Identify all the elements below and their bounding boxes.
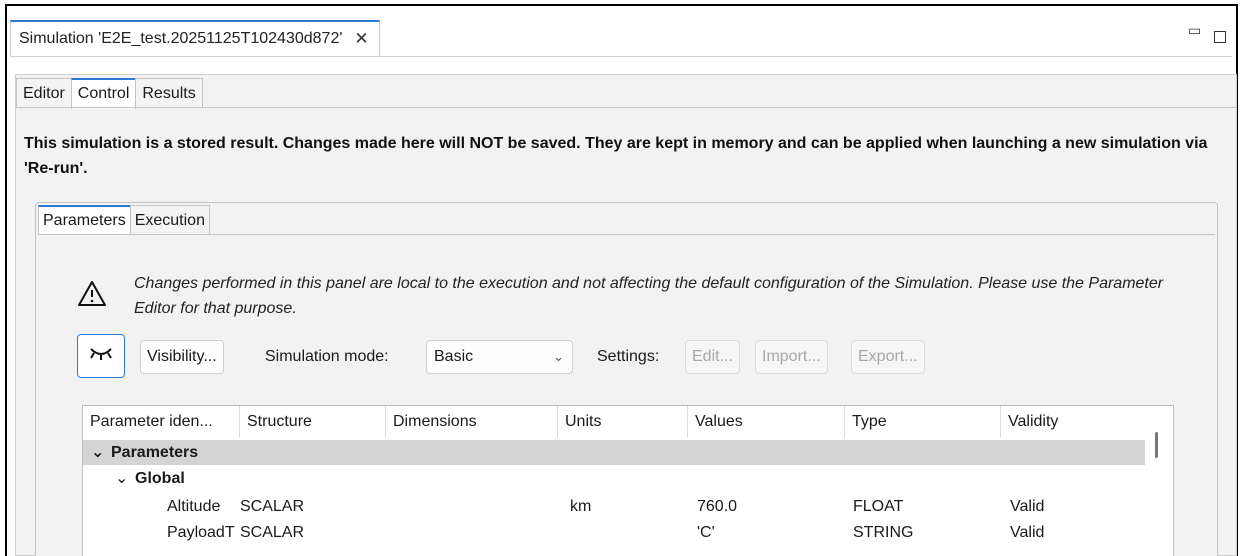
inner-tab-divider xyxy=(38,234,1215,235)
minimize-icon[interactable]: ▭ xyxy=(1188,22,1201,39)
cell-values[interactable]: 'C' xyxy=(697,520,715,545)
chevron-down-icon[interactable]: ⌄ xyxy=(91,440,104,465)
maximize-icon[interactable] xyxy=(1214,31,1226,43)
table-row[interactable]: Altitude SCALAR km 760.0 FLOAT Valid xyxy=(83,494,1145,519)
cell-type: STRING xyxy=(853,524,914,541)
cell-structure: SCALAR xyxy=(240,524,305,541)
stored-result-notice: This simulation is a stored result. Chan… xyxy=(24,135,1208,177)
column-header-validity[interactable]: Validity xyxy=(1001,406,1145,438)
simulation-tab-title: Simulation 'E2E_test.20251125T102430d872… xyxy=(19,30,343,47)
simulation-mode-value: Basic xyxy=(434,348,474,365)
visibility-button[interactable]: Visibility... xyxy=(140,340,224,374)
subgroup-label: Global xyxy=(135,470,185,487)
editor-subtabs: Editor Control Results xyxy=(16,78,203,109)
tab-divider xyxy=(10,56,1232,57)
tab-editor[interactable]: Editor xyxy=(16,78,72,108)
cell-structure: SCALAR xyxy=(240,498,305,515)
cell-id: Altitude xyxy=(167,498,221,515)
subtab-divider xyxy=(16,107,1236,108)
cell-id: PayloadT xyxy=(167,524,235,541)
column-header-units[interactable]: Units xyxy=(558,406,688,438)
local-changes-warning: Changes performed in this panel are loca… xyxy=(134,275,1164,317)
tab-execution[interactable]: Execution xyxy=(129,205,210,235)
export-button[interactable]: Export... xyxy=(851,340,925,374)
settings-label: Settings: xyxy=(597,348,660,365)
table-row[interactable]: PayloadT SCALAR 'C' STRING Valid xyxy=(83,520,1145,545)
cell-validity: Valid xyxy=(1010,498,1045,515)
import-button[interactable]: Import... xyxy=(755,340,828,374)
edit-button[interactable]: Edit... xyxy=(685,340,740,374)
close-icon[interactable]: ✕ xyxy=(354,29,368,49)
cell-units: km xyxy=(570,498,592,515)
chevron-down-icon: ⌄ xyxy=(553,349,564,364)
tab-control[interactable]: Control xyxy=(70,78,137,109)
visibility-toggle-button[interactable] xyxy=(77,334,125,378)
simulation-mode-select[interactable]: Basic ⌄ xyxy=(426,340,573,374)
simulation-tab[interactable]: Simulation 'E2E_test.20251125T102430d872… xyxy=(10,20,380,56)
cell-type: FLOAT xyxy=(853,498,904,515)
table-header: Parameter iden... Structure Dimensions U… xyxy=(83,406,1145,438)
column-header-parameter-id[interactable]: Parameter iden... xyxy=(83,406,240,438)
tab-parameters[interactable]: Parameters xyxy=(38,205,131,235)
group-label: Parameters xyxy=(111,444,199,461)
tab-results[interactable]: Results xyxy=(135,78,203,108)
column-header-structure[interactable]: Structure xyxy=(240,406,386,438)
control-subtabs: Parameters Execution xyxy=(38,205,210,235)
cell-validity: Valid xyxy=(1010,524,1045,541)
column-header-values[interactable]: Values xyxy=(688,406,845,438)
column-header-dimensions[interactable]: Dimensions xyxy=(386,406,558,438)
tree-subgroup-row[interactable]: ⌄ Global xyxy=(83,466,1145,491)
warning-triangle-icon xyxy=(77,280,107,313)
column-header-type[interactable]: Type xyxy=(845,406,1001,438)
chevron-down-icon[interactable]: ⌄ xyxy=(115,466,128,491)
table-scrollbar[interactable] xyxy=(1155,432,1158,458)
cell-values[interactable]: 760.0 xyxy=(697,494,737,519)
closed-eye-icon xyxy=(88,345,114,368)
parameters-table: Parameter iden... Structure Dimensions U… xyxy=(82,405,1174,556)
tree-group-row[interactable]: ⌄ Parameters xyxy=(83,440,1145,465)
simulation-mode-label: Simulation mode: xyxy=(265,348,389,365)
